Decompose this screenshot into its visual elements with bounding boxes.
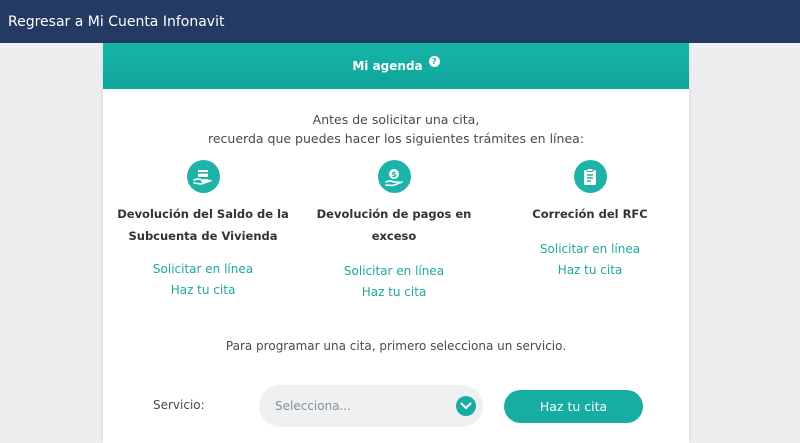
- service-title: Correción del RFC: [532, 207, 648, 221]
- card-title: Mi agenda: [352, 59, 423, 73]
- intro-line-1: Antes de solicitar una cita,: [312, 112, 480, 127]
- service-saldo-subcuenta: Devolución del Saldo de la Subcuenta de …: [103, 160, 303, 301]
- haz-tu-cita-link[interactable]: Haz tu cita: [294, 282, 494, 303]
- back-to-account-link[interactable]: Regresar a Mi Cuenta Infonavit: [8, 14, 224, 30]
- agenda-card: Mi agenda ? Antes de solicitar una cita,…: [103, 43, 689, 443]
- service-label: Servicio:: [153, 398, 205, 412]
- solicitar-en-linea-link[interactable]: Solicitar en línea: [490, 239, 690, 260]
- money-hand-icon: $: [377, 160, 411, 193]
- clipboard-icon: [573, 160, 607, 193]
- service-title: Devolución de pagos en exceso: [316, 207, 472, 243]
- service-select-placeholder: Selecciona...: [275, 399, 351, 413]
- service-correccion-rfc: Correción del RFC Solicitar en línea Haz…: [490, 160, 690, 281]
- intro-line-2: recuerda que puedes hacer los siguientes…: [207, 131, 585, 146]
- svg-text:$: $: [391, 170, 397, 179]
- help-icon[interactable]: ?: [428, 55, 440, 67]
- haz-tu-cita-link[interactable]: Haz tu cita: [490, 260, 690, 281]
- solicitar-en-linea-link[interactable]: Solicitar en línea: [103, 259, 303, 280]
- select-service-prompt: Para programar una cita, primero selecci…: [225, 339, 567, 353]
- card-header: Mi agenda ?: [103, 43, 689, 89]
- haz-tu-cita-button[interactable]: Haz tu cita: [504, 390, 643, 423]
- haz-tu-cita-link[interactable]: Haz tu cita: [103, 280, 303, 301]
- service-title: Devolución del Saldo de la Subcuenta de …: [117, 207, 289, 243]
- service-pagos-exceso: $ Devolución de pagos en exceso Solicita…: [294, 160, 494, 303]
- top-bar: Regresar a Mi Cuenta Infonavit: [0, 0, 800, 43]
- intro-text: Antes de solicitar una cita, recuerda qu…: [103, 110, 689, 148]
- chevron-down-icon[interactable]: [456, 396, 476, 416]
- solicitar-en-linea-link[interactable]: Solicitar en línea: [294, 261, 494, 282]
- service-select[interactable]: Selecciona...: [259, 385, 483, 427]
- card-hand-icon: [186, 160, 220, 193]
